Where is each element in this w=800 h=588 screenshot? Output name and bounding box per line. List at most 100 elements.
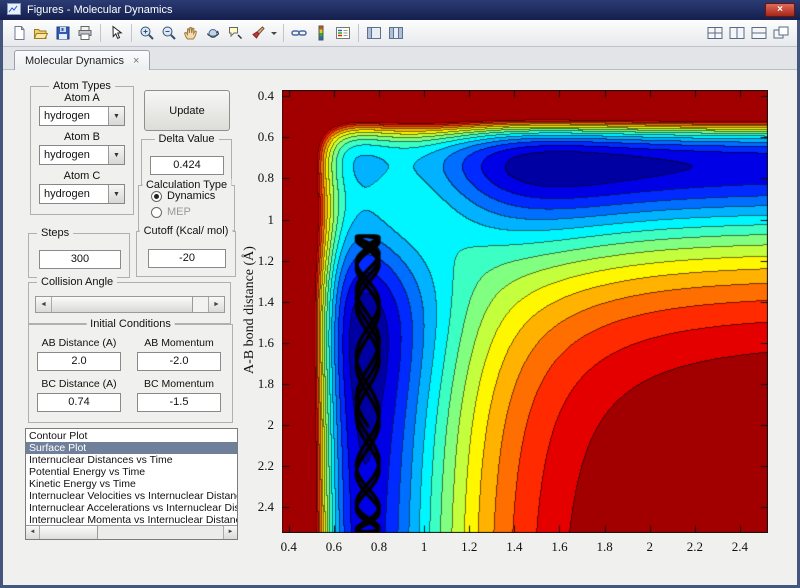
collision-angle-slider[interactable]: ◄ ► <box>35 296 225 313</box>
plot-type-listbox[interactable]: Contour Plot Surface Plot Internuclear D… <box>25 428 238 540</box>
chevron-down-icon[interactable]: ▼ <box>108 107 124 125</box>
view-float-icon[interactable] <box>770 22 792 44</box>
zoom-in-icon[interactable] <box>136 22 158 44</box>
brush-data-icon[interactable] <box>246 22 268 44</box>
tab-molecular-dynamics[interactable]: Molecular Dynamics × <box>14 50 150 70</box>
open-file-icon[interactable] <box>30 22 52 44</box>
atom-types-title: Atom Types <box>49 80 115 92</box>
pan-hand-icon[interactable] <box>180 22 202 44</box>
list-item[interactable]: Kinetic Energy vs Time <box>26 478 237 490</box>
view-grid-icon[interactable] <box>704 22 726 44</box>
list-item[interactable]: Internuclear Velocities vs Internuclear … <box>26 490 237 502</box>
potential-energy-surface-canvas[interactable] <box>282 90 768 533</box>
update-button[interactable]: Update <box>144 90 230 131</box>
listbox-hscrollbar[interactable]: ◄ ► <box>26 525 237 539</box>
x-tick-label: 0.4 <box>281 539 297 555</box>
view-columns-icon[interactable] <box>726 22 748 44</box>
cutoff-panel: Cutoff (Kcal/ mol) -20 <box>136 231 236 277</box>
data-cursor-icon[interactable] <box>224 22 246 44</box>
window-icon <box>7 3 21 18</box>
y-tick-label: 0.6 <box>258 129 274 145</box>
slider-left-arrow-icon[interactable]: ◄ <box>36 297 52 312</box>
y-tick-label: 1.2 <box>258 253 274 269</box>
view-rows-icon[interactable] <box>748 22 770 44</box>
ab-momentum-label: AB Momentum <box>137 337 221 349</box>
toolbar-separator <box>358 24 359 42</box>
radio-dot <box>154 194 159 199</box>
atom-a-value: hydrogen <box>40 107 108 125</box>
cutoff-input[interactable]: -20 <box>148 249 226 268</box>
cutoff-title: Cutoff (Kcal/ mol) <box>140 225 233 237</box>
plot-type-list: Contour Plot Surface Plot Internuclear D… <box>26 430 237 525</box>
bc-distance-input[interactable]: 0.74 <box>37 393 121 412</box>
insert-legend-icon[interactable] <box>332 22 354 44</box>
atom-a-select[interactable]: hydrogen ▼ <box>39 106 125 126</box>
list-item[interactable]: Internuclear Accelerations vs Internucle… <box>26 502 237 514</box>
hscroll-right-arrow-icon[interactable]: ► <box>223 526 237 539</box>
list-item[interactable]: Surface Plot <box>26 442 237 454</box>
window-border <box>0 20 3 588</box>
atom-b-select[interactable]: hydrogen ▼ <box>39 145 125 165</box>
show-plot-tools-icon[interactable] <box>385 22 407 44</box>
atom-b-value: hydrogen <box>40 146 108 164</box>
radio-circle[interactable] <box>151 207 162 218</box>
contour-plot-axes: 0.40.60.811.21.41.61.822.22.40.40.60.811… <box>282 90 768 533</box>
radio-dynamics[interactable]: Dynamics <box>151 190 234 202</box>
bc-distance-label: BC Distance (A) <box>37 378 121 390</box>
ab-momentum-input[interactable]: -2.0 <box>137 352 221 371</box>
y-axis-label: A-B bond distance (Å) <box>242 246 258 374</box>
initial-conditions-title: Initial Conditions <box>86 318 175 330</box>
chevron-down-icon[interactable]: ▼ <box>108 146 124 164</box>
radio-mep-label: MEP <box>167 206 191 218</box>
tab-label: Molecular Dynamics <box>25 55 124 67</box>
chevron-down-icon[interactable]: ▼ <box>108 185 124 203</box>
bc-momentum-label: BC Momentum <box>137 378 221 390</box>
save-figure-icon[interactable] <box>52 22 74 44</box>
hide-plot-tools-icon[interactable] <box>363 22 385 44</box>
x-tick-label: 0.6 <box>326 539 342 555</box>
hscroll-left-arrow-icon[interactable]: ◄ <box>26 526 40 539</box>
list-item[interactable]: Potential Energy vs Time <box>26 466 237 478</box>
toolbar-separator <box>283 24 284 42</box>
radio-circle[interactable] <box>151 191 162 202</box>
calculation-type-title: Calculation Type <box>142 179 231 191</box>
slider-right-arrow-icon[interactable]: ► <box>208 297 224 312</box>
list-item[interactable]: Internuclear Distances vs Time <box>26 454 237 466</box>
zoom-out-icon[interactable] <box>158 22 180 44</box>
print-figure-icon[interactable] <box>74 22 96 44</box>
insert-colorbar-icon[interactable] <box>310 22 332 44</box>
link-plot-icon[interactable] <box>288 22 310 44</box>
x-tick-label: 2 <box>646 539 653 555</box>
slider-thumb[interactable] <box>52 297 193 312</box>
y-tick-label: 1.6 <box>258 335 274 351</box>
atom-c-select[interactable]: hydrogen ▼ <box>39 184 125 204</box>
new-figure-icon[interactable] <box>8 22 30 44</box>
hscroll-thumb[interactable] <box>40 526 98 539</box>
edit-plot-icon[interactable] <box>105 22 127 44</box>
delta-value-title: Delta Value <box>154 133 218 145</box>
close-button[interactable]: × <box>765 3 795 17</box>
list-item[interactable]: Contour Plot <box>26 430 237 442</box>
list-item[interactable]: Internuclear Momenta vs Internuclear Dis… <box>26 514 237 525</box>
brush-dropdown-icon[interactable] <box>268 22 279 44</box>
atom-types-panel: Atom Types Atom A hydrogen ▼ Atom B hydr… <box>30 86 134 215</box>
titlebar[interactable]: Figures - Molecular Dynamics × <box>0 0 800 20</box>
tabbar: Molecular Dynamics × <box>3 47 797 70</box>
x-tick-label: 1.6 <box>551 539 567 555</box>
steps-title: Steps <box>37 227 73 239</box>
delta-value-input[interactable]: 0.424 <box>150 156 224 175</box>
bc-momentum-input[interactable]: -1.5 <box>137 393 221 412</box>
steps-input[interactable]: 300 <box>39 250 121 269</box>
window-title: Figures - Molecular Dynamics <box>27 4 172 16</box>
radio-mep[interactable]: MEP <box>151 206 234 218</box>
collision-angle-title: Collision Angle <box>37 276 117 288</box>
rotate-3d-icon[interactable] <box>202 22 224 44</box>
ab-distance-input[interactable]: 2.0 <box>37 352 121 371</box>
x-tick-label: 2.4 <box>732 539 748 555</box>
x-tick-label: 2.2 <box>687 539 703 555</box>
toolbar-separator <box>131 24 132 42</box>
ab-distance-label: AB Distance (A) <box>37 337 121 349</box>
tab-close-icon[interactable]: × <box>133 55 139 67</box>
y-tick-label: 2.2 <box>258 458 274 474</box>
y-tick-label: 0.4 <box>258 88 274 104</box>
